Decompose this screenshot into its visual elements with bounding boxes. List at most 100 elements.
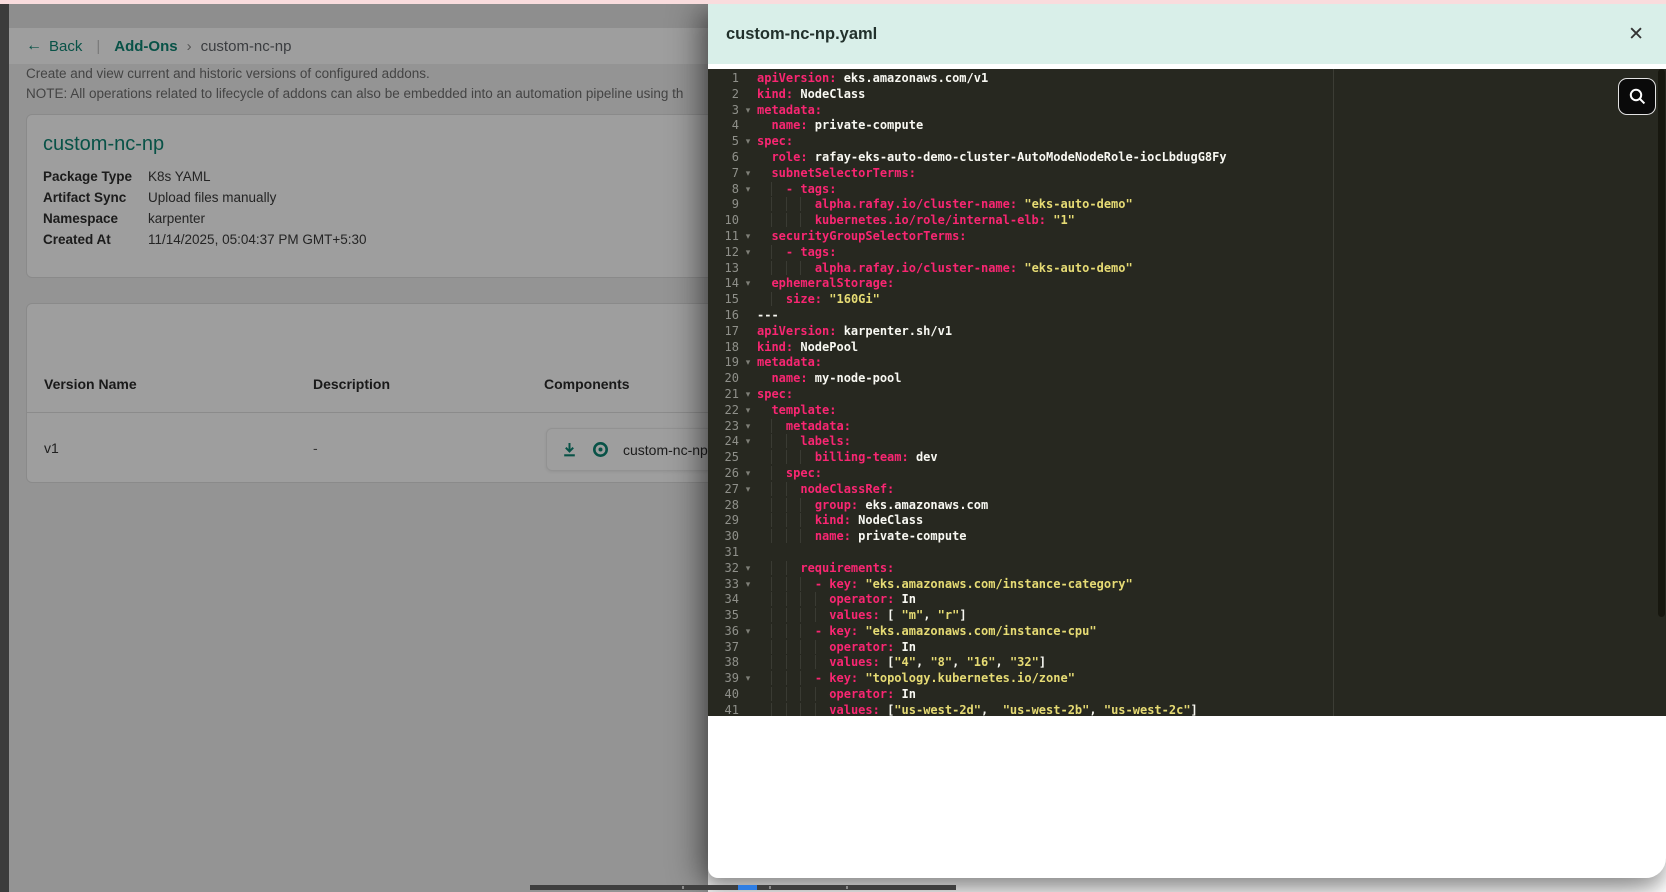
code-line: 27 ▾ nodeClassRef: xyxy=(708,481,1666,498)
line-number: 34 xyxy=(724,592,739,607)
line-number: 17 xyxy=(724,323,739,338)
top-pink-strip xyxy=(0,0,1666,4)
line-number: 41 xyxy=(724,702,739,716)
code-text: operator: In xyxy=(757,639,916,656)
code-line: 8 ▾ - tags: xyxy=(708,181,1666,198)
code-line: 20 name: my-node-pool xyxy=(708,371,1666,387)
line-number: 12 xyxy=(724,244,739,259)
fold-toggle-icon[interactable]: ▾ xyxy=(739,134,757,150)
code-line: 21 ▾ spec: xyxy=(708,387,1666,403)
code-text: kind: NodeClass xyxy=(757,86,866,101)
line-number: 24 xyxy=(724,434,739,449)
code-line: 24 ▾ labels: xyxy=(708,434,1666,450)
code-line: 38 values: ["4", "8", "16", "32"] xyxy=(708,655,1666,671)
code-line: 31 xyxy=(708,545,1666,561)
line-number: 29 xyxy=(724,513,739,528)
code-line: 33 ▾ - key: "eks.amazonaws.com/instance-c… xyxy=(708,576,1666,593)
line-number: 16 xyxy=(724,307,739,322)
code-text: values: [ "m", "r"] xyxy=(757,608,967,624)
code-text: apiVersion: eks.amazonaws.com/v1 xyxy=(757,71,989,85)
line-number: 31 xyxy=(724,544,739,559)
fold-toggle-icon[interactable]: ▾ xyxy=(739,561,757,577)
scrubber-tick xyxy=(682,886,684,889)
code-text: group: eks.amazonaws.com xyxy=(757,497,988,514)
code-text: values: ["4", "8", "16", "32"] xyxy=(757,655,1046,671)
code-line: 18 kind: NodePool xyxy=(708,340,1666,356)
code-text: metadata: xyxy=(757,102,823,117)
line-number: 36 xyxy=(724,623,739,638)
fold-toggle-icon[interactable]: ▾ xyxy=(739,276,757,292)
fold-toggle-icon[interactable]: ▾ xyxy=(739,182,757,198)
close-icon[interactable]: ✕ xyxy=(1624,23,1648,46)
line-number: 20 xyxy=(724,371,739,386)
code-text: labels: xyxy=(757,434,851,450)
yaml-file-drawer: custom-nc-np.yaml ✕ 1 apiVersion: eks.ama… xyxy=(708,4,1666,878)
code-line: 26 ▾ spec: xyxy=(708,465,1666,482)
code-line: 25 billing-team: dev xyxy=(708,450,1666,466)
line-number: 28 xyxy=(724,497,739,512)
scrubber-thumb[interactable] xyxy=(738,885,757,890)
code-text: - key: "eks.amazonaws.com/instance-categ… xyxy=(757,576,1133,593)
line-number: 6 xyxy=(731,149,739,164)
line-number: 18 xyxy=(724,339,739,354)
fold-toggle-icon[interactable]: ▾ xyxy=(739,671,757,687)
fold-toggle-icon[interactable]: ▾ xyxy=(739,434,757,450)
fold-toggle-icon[interactable]: ▾ xyxy=(739,103,757,119)
code-text: name: private-compute xyxy=(757,529,967,545)
line-number: 14 xyxy=(724,276,739,291)
code-line: 28 group: eks.amazonaws.com xyxy=(708,497,1666,514)
code-text: alpha.rafay.io/cluster-name: "eks-auto-d… xyxy=(757,260,1133,277)
fold-toggle-icon[interactable]: ▾ xyxy=(739,387,757,403)
fold-toggle-icon[interactable]: ▾ xyxy=(739,229,757,245)
code-text: kind: NodePool xyxy=(757,339,859,354)
video-scrubber[interactable] xyxy=(530,885,956,890)
code-text: metadata: xyxy=(757,418,851,435)
editor-scrollbar[interactable] xyxy=(1658,69,1665,617)
line-number: 26 xyxy=(724,465,739,480)
fold-toggle-icon[interactable]: ▾ xyxy=(739,577,757,593)
line-number: 32 xyxy=(724,560,739,575)
fold-toggle-icon[interactable]: ▾ xyxy=(739,403,757,419)
code-content: 1 apiVersion: eks.amazonaws.com/v1 2 kind: … xyxy=(708,71,1666,716)
line-number: 2 xyxy=(731,86,739,101)
fold-toggle-icon[interactable]: ▾ xyxy=(739,245,757,261)
line-number: 33 xyxy=(724,576,739,591)
drawer-header: custom-nc-np.yaml ✕ xyxy=(708,4,1666,64)
code-line: 10 kubernetes.io/role/internal-elb: "1" xyxy=(708,213,1666,229)
line-number: 39 xyxy=(724,671,739,686)
code-line: 35 values: [ "m", "r"] xyxy=(708,608,1666,624)
line-number: 8 xyxy=(731,181,739,196)
line-number: 7 xyxy=(731,165,739,180)
code-text: subnetSelectorTerms: xyxy=(771,165,916,180)
line-number: 10 xyxy=(724,213,739,228)
code-text: - tags: xyxy=(757,244,836,261)
fold-toggle-icon[interactable]: ▾ xyxy=(739,482,757,498)
search-icon xyxy=(1629,88,1645,105)
code-line: 16 --- xyxy=(708,308,1666,324)
fold-toggle-icon[interactable]: ▾ xyxy=(739,166,757,182)
scrubber-tick xyxy=(769,886,771,889)
yaml-code-editor[interactable]: 1 apiVersion: eks.amazonaws.com/v1 2 kind: … xyxy=(708,69,1666,716)
modal-dim-overlay[interactable] xyxy=(0,4,708,892)
line-number: 1 xyxy=(731,71,739,85)
code-text: --- xyxy=(757,307,779,322)
search-button[interactable] xyxy=(1618,78,1656,115)
fold-toggle-icon[interactable]: ▾ xyxy=(739,466,757,482)
fold-toggle-icon[interactable]: ▾ xyxy=(739,355,757,371)
fold-toggle-icon[interactable]: ▾ xyxy=(739,624,757,640)
fold-toggle-icon[interactable]: ▾ xyxy=(739,419,757,435)
code-text: template: xyxy=(771,402,837,417)
